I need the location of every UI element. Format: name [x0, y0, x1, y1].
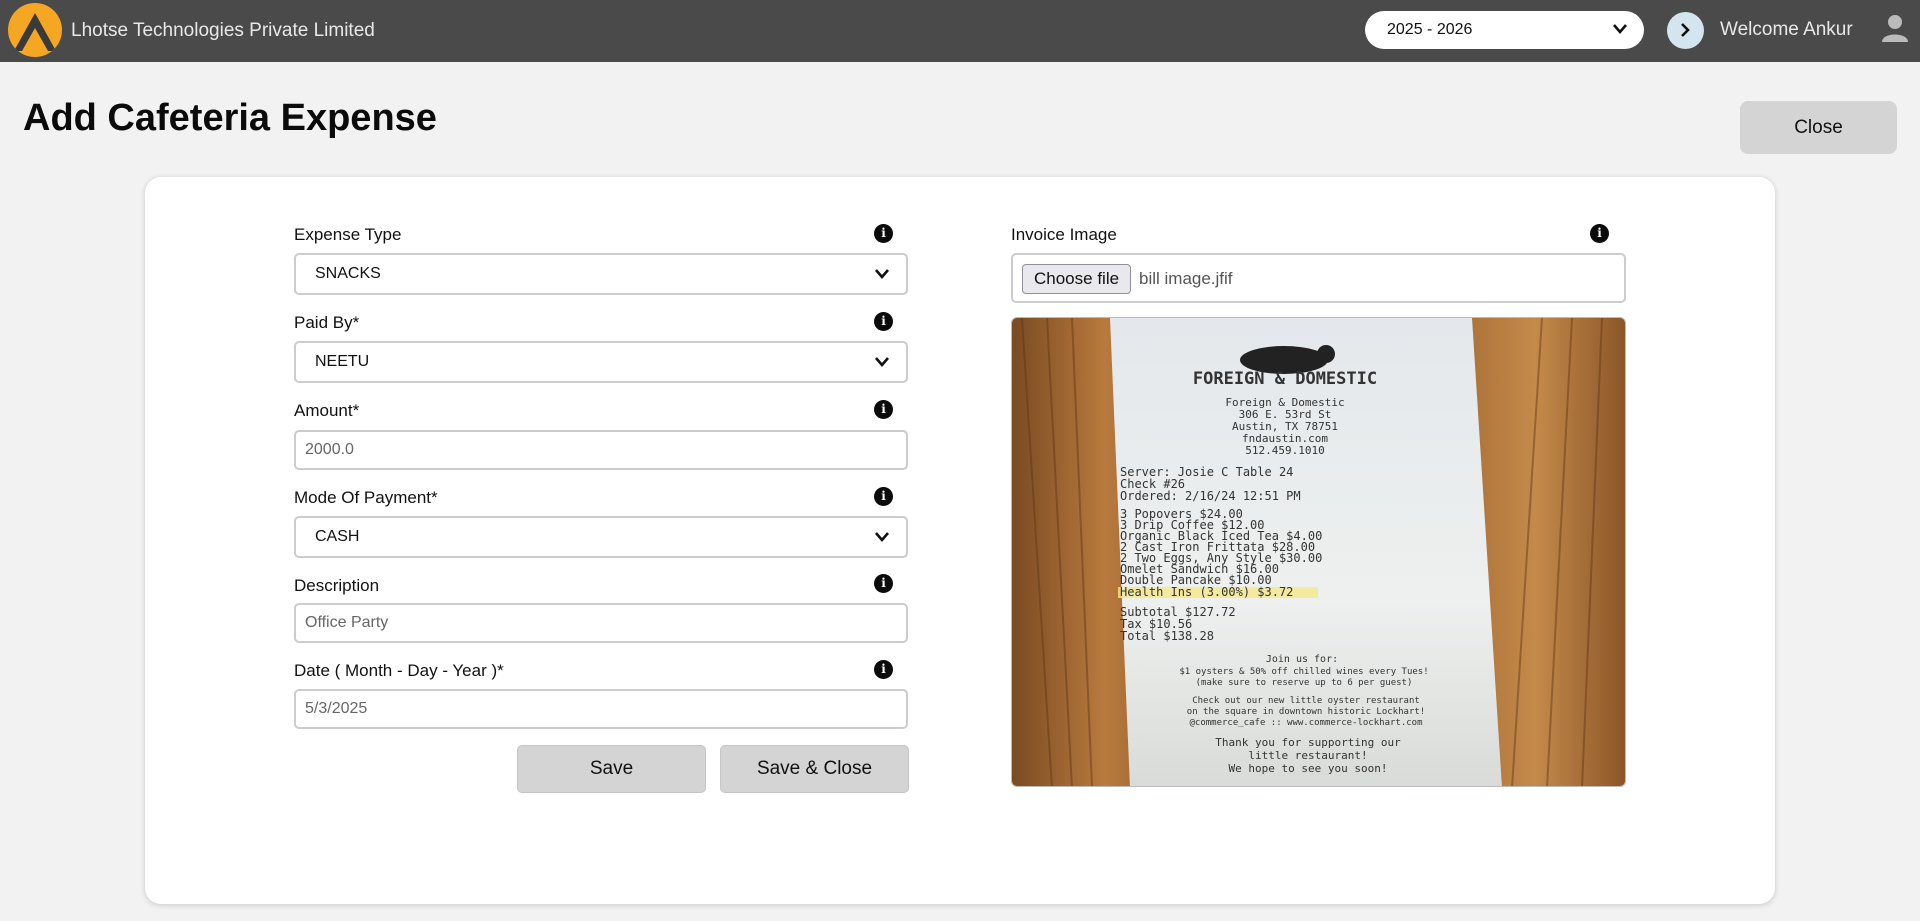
invoice-file-input[interactable]: Choose file bill image.jfif: [1011, 253, 1626, 303]
receipt-line: @commerce_cafe :: www.commerce-lockhart.…: [1190, 718, 1423, 728]
payment-mode-value: CASH: [315, 528, 360, 545]
date-info-icon[interactable]: i: [874, 660, 893, 679]
close-button[interactable]: Close: [1740, 101, 1897, 154]
receipt-line: 512.459.1010: [1245, 444, 1324, 457]
page-title: Add Cafeteria Expense: [23, 97, 437, 139]
chevron-down-icon: [875, 532, 889, 542]
chevron-down-icon: [875, 269, 889, 279]
selected-file-name: bill image.jfif: [1139, 269, 1233, 288]
chevron-right-icon: [1681, 23, 1690, 37]
financial-year-value: 2025 - 2026: [1387, 21, 1473, 38]
receipt-line: Check out our new little oyster restaura…: [1192, 696, 1420, 706]
receipt-line: Ordered: 2/16/24 12:51 PM: [1120, 489, 1301, 503]
receipt-photo: FOREIGN & DOMESTIC Foreign & Domestic 30…: [1012, 318, 1625, 786]
chevron-down-icon: [1613, 24, 1627, 34]
payment-mode-label: Mode Of Payment*: [294, 488, 438, 507]
mountain-logo-icon: [14, 13, 56, 51]
receipt-line: (make sure to reserve up to 6 per guest): [1196, 678, 1413, 688]
expense-type-info-icon[interactable]: i: [874, 224, 893, 243]
payment-mode-info-icon[interactable]: i: [874, 487, 893, 506]
expense-type-label: Expense Type: [294, 225, 402, 244]
receipt-line: on the square in downtown historic Lockh…: [1187, 707, 1425, 717]
chevron-down-icon: [875, 357, 889, 367]
receipt-line: We hope to see you soon!: [1229, 762, 1388, 775]
description-label: Description: [294, 576, 380, 595]
receipt-store-name: FOREIGN & DOMESTIC: [1193, 369, 1377, 389]
amount-label: Amount*: [294, 401, 360, 420]
save-button[interactable]: Save: [517, 745, 706, 793]
financial-year-select[interactable]: 2025 - 2026: [1365, 11, 1644, 49]
date-label: Date ( Month - Day - Year )*: [294, 661, 504, 680]
paid-by-label: Paid By*: [294, 313, 360, 332]
expense-type-value: SNACKS: [315, 265, 381, 282]
paid-by-info-icon[interactable]: i: [874, 312, 893, 331]
next-button[interactable]: [1667, 12, 1704, 49]
description-input[interactable]: Office Party: [294, 603, 908, 643]
payment-mode-select[interactable]: CASH: [294, 516, 908, 558]
receipt-line: Join us for:: [1266, 654, 1338, 665]
choose-file-button[interactable]: Choose file: [1022, 264, 1132, 294]
paid-by-select[interactable]: NEETU: [294, 341, 908, 383]
invoice-info-icon[interactable]: i: [1590, 224, 1609, 243]
date-input[interactable]: 5/3/2025: [294, 689, 908, 729]
top-bar: Lhotse Technologies Private Limited 2025…: [0, 0, 1920, 62]
company-logo[interactable]: [8, 3, 62, 57]
company-name: Lhotse Technologies Private Limited: [71, 20, 375, 41]
user-icon[interactable]: [1880, 13, 1910, 43]
amount-info-icon[interactable]: i: [874, 400, 893, 419]
save-close-button[interactable]: Save & Close: [720, 745, 909, 793]
invoice-image-label: Invoice Image: [1011, 225, 1117, 244]
receipt-line: Health Ins (3.00%) $3.72: [1120, 585, 1293, 599]
expense-type-select[interactable]: SNACKS: [294, 253, 908, 295]
paid-by-value: NEETU: [315, 353, 370, 370]
receipt-line: $1 oysters & 50% off chilled wines every…: [1179, 667, 1428, 677]
description-info-icon[interactable]: i: [874, 574, 893, 593]
receipt-line: Thank you for supporting our: [1215, 736, 1401, 749]
receipt-line: little restaurant!: [1248, 749, 1367, 762]
amount-input[interactable]: 2000.0: [294, 430, 908, 470]
invoice-preview: FOREIGN & DOMESTIC Foreign & Domestic 30…: [1011, 317, 1626, 787]
receipt-line: Total $138.28: [1120, 629, 1214, 643]
welcome-text: Welcome Ankur: [1720, 19, 1853, 40]
